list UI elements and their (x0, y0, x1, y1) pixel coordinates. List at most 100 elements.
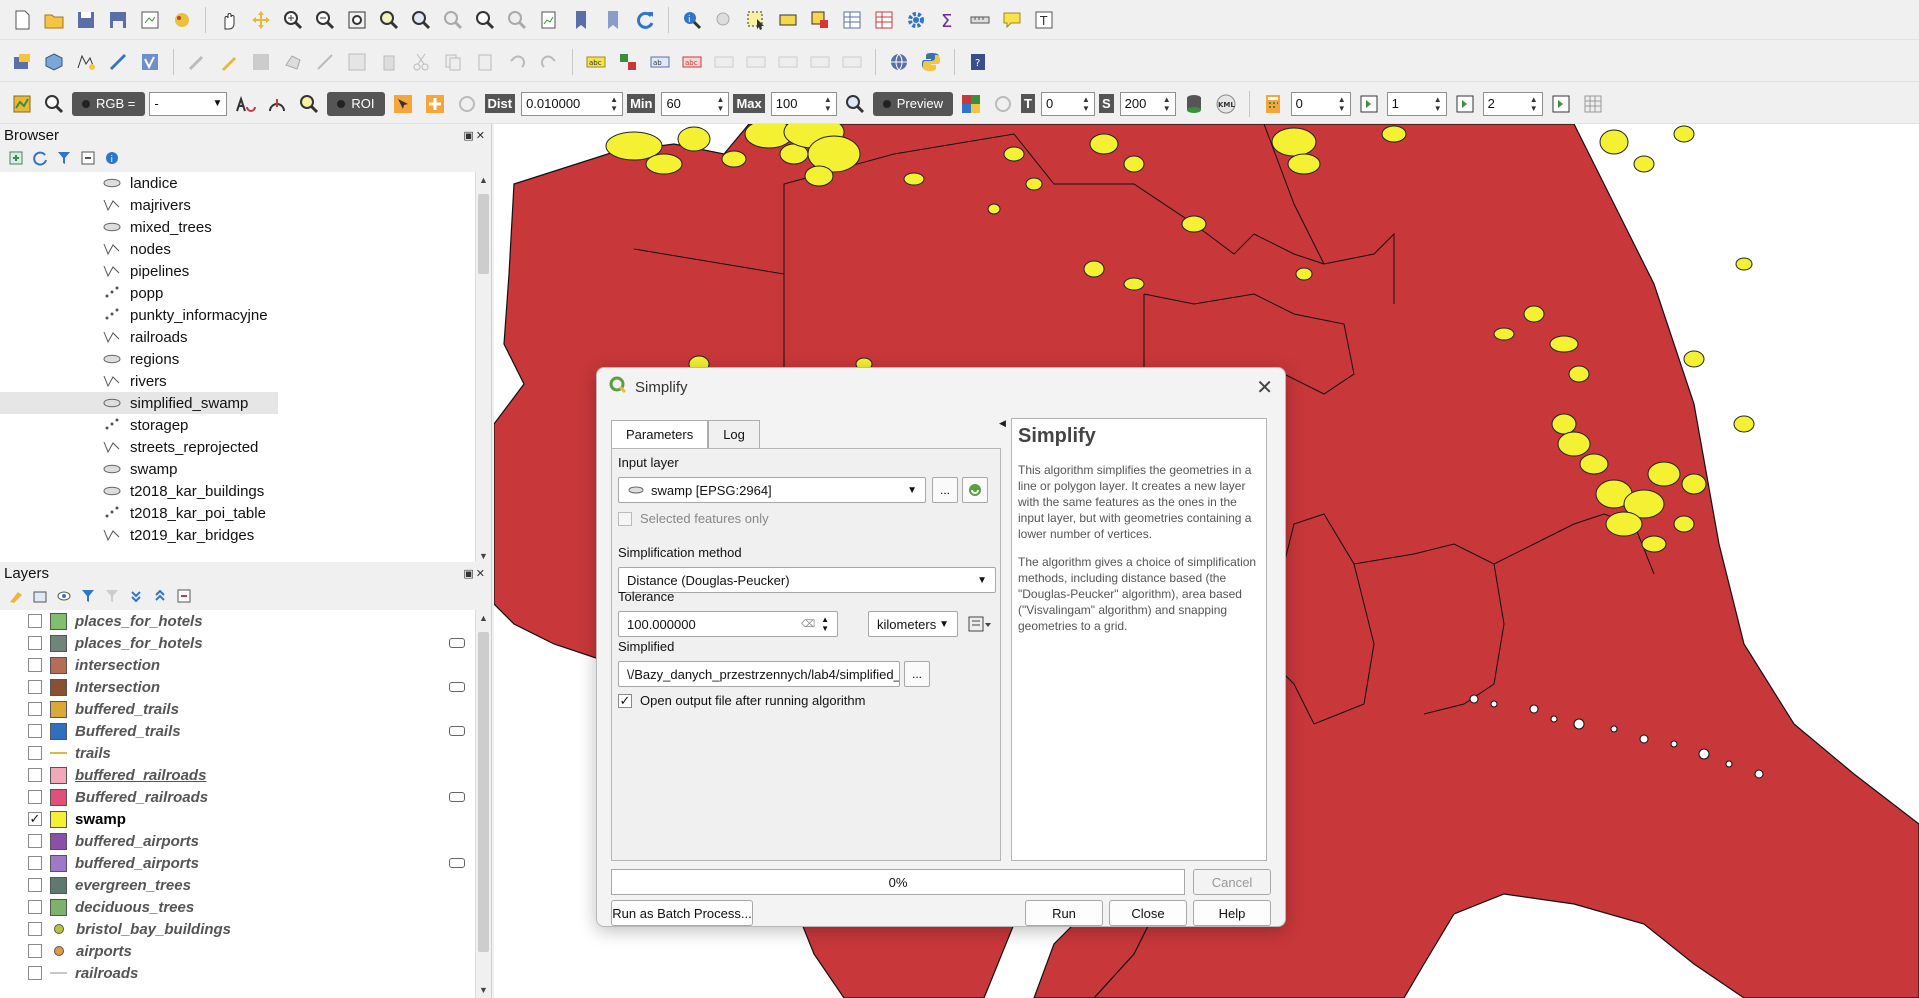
layer-item[interactable]: Buffered_railroads (0, 786, 475, 808)
iterate-features-button[interactable] (962, 477, 988, 503)
layer-symbol-swatch[interactable] (54, 924, 64, 934)
layer-symbol-swatch[interactable] (50, 612, 67, 630)
expand-all-icon[interactable] (128, 588, 144, 607)
attribute-table-icon[interactable] (838, 6, 866, 34)
tolerance-unit-select[interactable]: kilometers ▼ (868, 611, 958, 637)
layer-visibility-checkbox[interactable] (28, 768, 42, 782)
highlight-label-icon[interactable]: abc (678, 48, 706, 76)
memory-layer-icon[interactable] (449, 682, 465, 692)
browser-item[interactable]: simplified_swamp (0, 392, 278, 414)
rgb-toggle[interactable]: RGB = (72, 91, 146, 116)
style-manager-icon[interactable] (168, 6, 196, 34)
label-tool-disabled-icon[interactable] (774, 48, 802, 76)
add-selected-icon[interactable] (8, 150, 24, 169)
layer-visibility-checkbox[interactable]: ✓ (28, 811, 42, 826)
tab-parameters[interactable]: Parameters (611, 420, 709, 449)
layer-symbol-swatch[interactable] (50, 634, 67, 652)
roi-redo-icon[interactable] (453, 90, 481, 118)
refresh-icon[interactable] (631, 6, 659, 34)
layer-visibility-checkbox[interactable] (28, 856, 42, 870)
layer-label-icon[interactable] (614, 48, 642, 76)
layer-visibility-checkbox[interactable] (28, 944, 42, 958)
layer-item[interactable]: airports (0, 940, 475, 962)
browser-item[interactable]: popp (0, 282, 475, 304)
layer-visibility-checkbox[interactable] (28, 658, 42, 672)
preview-pointer-icon[interactable] (957, 90, 985, 118)
dist-input[interactable]: 0.010000 ▲ ▼ (521, 91, 624, 116)
zoom-native-icon[interactable] (439, 6, 467, 34)
statistics-icon[interactable] (870, 6, 898, 34)
checkbox-box[interactable] (618, 511, 632, 526)
manage-visibility-icon[interactable] (56, 588, 72, 607)
batch-process-button[interactable]: Run as Batch Process... (611, 900, 753, 926)
layer-item[interactable]: intersection (0, 654, 475, 676)
layer-symbol-swatch[interactable] (50, 854, 67, 872)
layer-visibility-checkbox[interactable] (28, 680, 42, 694)
add-group-icon[interactable] (32, 588, 48, 607)
tolerance-input[interactable]: 100.000000 ⌫ ▲ ▼ (618, 611, 838, 637)
output-path-input[interactable]: \/Bazy_danych_przestrzennych/lab4/simpli… (618, 661, 900, 687)
layer-item[interactable]: railroads (0, 962, 475, 984)
bookmark-icon[interactable] (567, 6, 595, 34)
identify-icon[interactable]: i (678, 6, 706, 34)
layer-visibility-checkbox[interactable] (28, 900, 42, 914)
collapse-all-icon[interactable] (80, 150, 96, 169)
label-tool-disabled-icon[interactable] (742, 48, 770, 76)
add-feature-icon[interactable] (279, 48, 307, 76)
data-source-manager-icon[interactable] (8, 48, 36, 76)
layers-scrollbar[interactable]: ▲ ▼ (475, 610, 491, 998)
layer-symbol-swatch[interactable] (50, 722, 67, 740)
layer-visibility-checkbox[interactable] (28, 878, 42, 892)
layer-item[interactable]: Buffered_trails (0, 720, 475, 742)
current-edits-icon[interactable] (183, 48, 211, 76)
digitize-icon[interactable] (104, 48, 132, 76)
spin-arrows-icon[interactable]: ▲ ▼ (821, 615, 829, 633)
roi-pointer-icon[interactable] (389, 90, 417, 118)
python-console-icon[interactable] (917, 48, 945, 76)
layer-item[interactable]: ✓ swamp (0, 808, 475, 830)
layer-symbol-swatch[interactable] (50, 700, 67, 718)
select-features-icon[interactable] (742, 6, 770, 34)
preview-zoom-icon[interactable] (841, 90, 869, 118)
save-project-icon[interactable] (72, 6, 100, 34)
clear-icon[interactable]: ⌫ (801, 619, 815, 630)
help-button[interactable]: Help (1193, 900, 1271, 926)
toolbox-gear-icon[interactable] (902, 6, 930, 34)
browser-item[interactable]: punkty_informacyjne (0, 304, 475, 326)
globe-icon[interactable] (885, 48, 913, 76)
sum-icon[interactable]: Σ (934, 6, 962, 34)
layer-item[interactable]: deciduous_trees (0, 896, 475, 918)
pan-hand-icon[interactable] (215, 6, 243, 34)
cancel-button[interactable]: Cancel (1193, 869, 1271, 895)
output-browse-button[interactable]: ... (904, 661, 930, 687)
selected-features-checkbox[interactable]: Selected features only (618, 511, 769, 526)
calculator-icon[interactable] (1259, 90, 1287, 118)
layer-item[interactable]: places_for_hotels (0, 632, 475, 654)
label-abc-icon[interactable]: abc (582, 48, 610, 76)
virtual-layer-icon[interactable] (136, 48, 164, 76)
zoom-in-icon[interactable] (279, 6, 307, 34)
layer-item[interactable]: trails (0, 742, 475, 764)
layer-visibility-checkbox[interactable] (28, 966, 42, 980)
layer-item[interactable]: buffered_airports (0, 830, 475, 852)
paste-icon[interactable] (471, 48, 499, 76)
save-edits-icon[interactable] (247, 48, 275, 76)
collapse-help-icon[interactable]: ◀ (999, 418, 1006, 429)
open-output-checkbox[interactable]: ✓ Open output file after running algorit… (618, 693, 865, 708)
layer-visibility-checkbox[interactable] (28, 614, 42, 628)
panel-float-close-icon[interactable]: ▣✕ (463, 129, 487, 142)
layer-symbol-swatch[interactable] (50, 876, 67, 894)
label-tool-disabled-icon[interactable] (710, 48, 738, 76)
filter-icon[interactable] (56, 150, 72, 169)
zoom-to-layer-icon[interactable] (407, 6, 435, 34)
roi-zoom-icon[interactable] (295, 90, 323, 118)
pan-to-selection-icon[interactable] (247, 6, 275, 34)
browser-item[interactable]: landice (0, 172, 475, 194)
remove-layer-icon[interactable] (176, 588, 192, 607)
pin-label-icon[interactable]: ab (646, 48, 674, 76)
tab-log[interactable]: Log (708, 420, 760, 449)
method-select[interactable]: Distance (Douglas-Peucker) ▼ (618, 567, 996, 593)
scroll-up-icon[interactable]: ▲ (476, 610, 491, 626)
filter-expression-icon[interactable] (104, 588, 120, 607)
run-button[interactable]: Run (1025, 900, 1103, 926)
